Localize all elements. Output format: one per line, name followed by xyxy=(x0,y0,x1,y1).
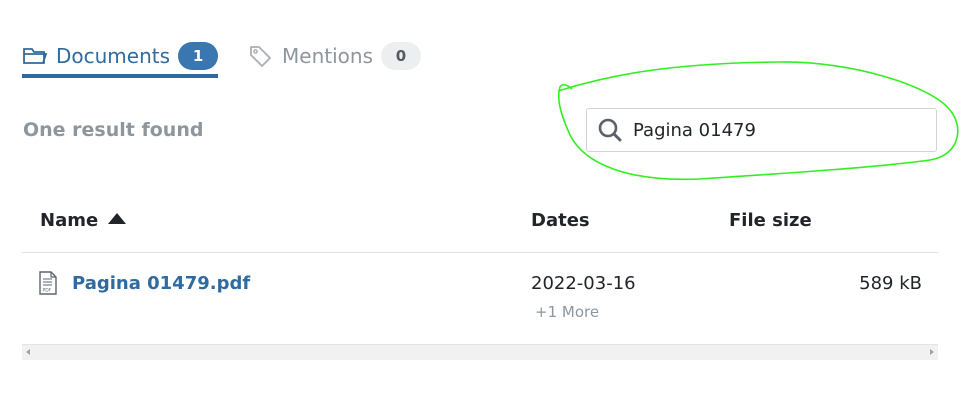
search-icon xyxy=(598,118,622,142)
search-input[interactable] xyxy=(631,118,925,142)
tab-bar: Documents 1 Mentions 0 xyxy=(22,38,451,78)
documents-count-badge: 1 xyxy=(178,42,219,70)
column-header-file-size[interactable]: File size xyxy=(729,210,812,231)
folder-icon xyxy=(23,48,48,64)
horizontal-scrollbar[interactable] xyxy=(22,344,938,360)
column-header-name-label: Name xyxy=(40,210,99,231)
page: Documents 1 Mentions 0 One result found … xyxy=(0,0,965,418)
pdf-file-icon: PDF xyxy=(39,271,57,295)
tab-mentions-label: Mentions xyxy=(282,44,374,68)
table-header: Name Dates File size xyxy=(22,196,938,253)
mentions-count-badge: 0 xyxy=(381,42,422,70)
svg-text:PDF: PDF xyxy=(43,288,52,294)
tab-documents-label: Documents xyxy=(56,44,171,68)
file-size: 589 kB xyxy=(859,273,922,294)
column-header-name[interactable]: Name xyxy=(40,210,127,231)
tab-documents[interactable]: Documents 1 xyxy=(22,38,219,78)
tag-icon xyxy=(250,46,271,67)
scroll-right-arrow-icon[interactable] xyxy=(930,349,934,355)
table-row: PDF Pagina 01479.pdf 2022-03-16 +1 More … xyxy=(22,253,938,343)
tab-mentions[interactable]: Mentions 0 xyxy=(248,38,422,74)
result-count-text: One result found xyxy=(23,119,204,141)
sort-ascending-icon xyxy=(108,213,127,224)
file-name-link[interactable]: Pagina 01479.pdf xyxy=(72,273,250,294)
results-table: Name Dates File size PDF Pagina 01479.pd… xyxy=(22,196,938,343)
column-header-dates[interactable]: Dates xyxy=(531,210,590,231)
search-box[interactable] xyxy=(586,108,937,152)
scroll-left-arrow-icon[interactable] xyxy=(26,349,30,355)
more-dates-link[interactable]: +1 More xyxy=(535,303,599,321)
file-date: 2022-03-16 xyxy=(531,273,636,294)
